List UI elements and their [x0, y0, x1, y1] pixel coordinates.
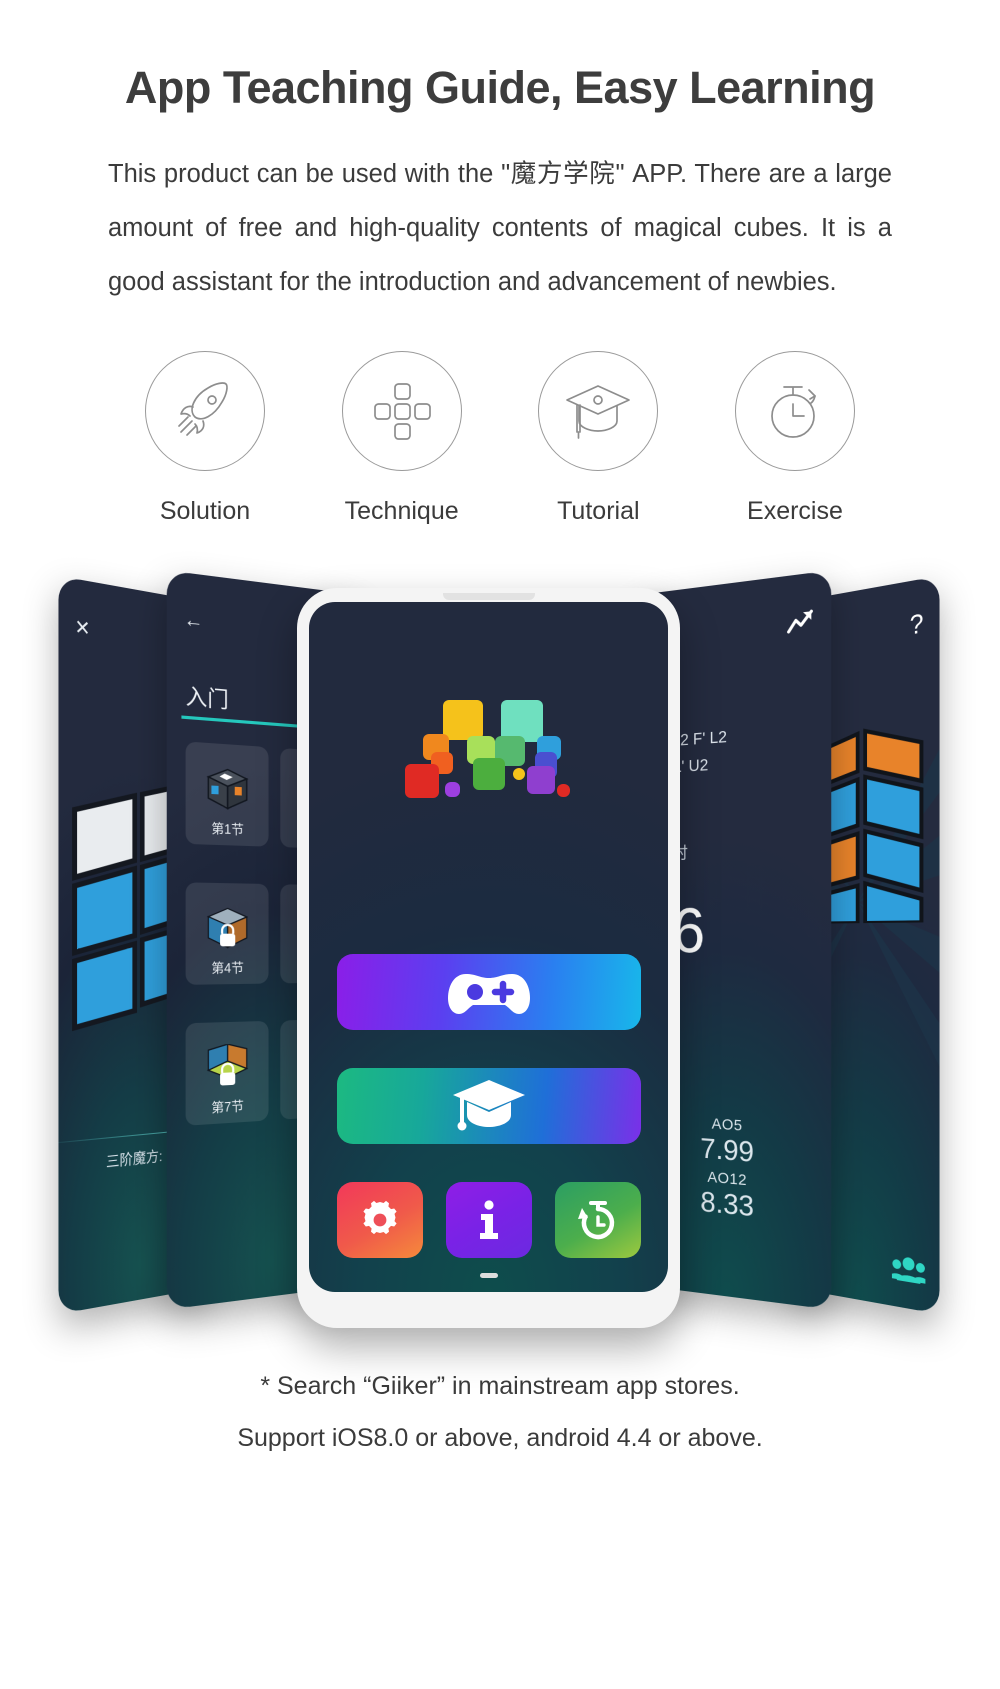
feature-tutorial: Tutorial — [513, 351, 683, 526]
cube-icon — [202, 765, 253, 814]
feature-circle — [341, 351, 462, 471]
lesson-label: 第1节 — [211, 821, 244, 838]
footer: * Search “Giiker” in mainstream app stor… — [0, 1360, 1000, 1464]
lesson-card[interactable]: 第7节 — [185, 1020, 269, 1126]
feature-label: Tutorial — [557, 497, 640, 525]
gear-icon — [363, 1200, 397, 1235]
phone-center — [297, 588, 680, 1328]
rocket-icon — [178, 382, 228, 436]
stopwatch-icon — [771, 386, 816, 438]
people-icon — [889, 1256, 929, 1285]
back-icon[interactable]: ← — [184, 609, 204, 635]
footer-line-1: * Search “Giiker” in mainstream app stor… — [260, 1372, 740, 1400]
lesson-card[interactable]: 第4节 — [185, 882, 269, 985]
graduation-cap-icon — [566, 385, 631, 439]
friends-button[interactable] — [889, 1254, 929, 1290]
learn-button[interactable] — [337, 1068, 641, 1144]
footer-line-2: Support iOS8.0 or above, android 4.4 or … — [237, 1424, 763, 1452]
timer-button[interactable] — [555, 1182, 641, 1258]
phone-showcase: ✕ 1.魔 三阶魔方: ← — [0, 570, 1000, 1348]
lock-icon — [218, 924, 237, 947]
lesson-label: 第7节 — [211, 1099, 244, 1116]
feature-label: Technique — [344, 497, 459, 525]
graduation-cap-icon — [453, 1080, 525, 1131]
feature-technique: Technique — [317, 351, 487, 526]
lesson-card[interactable]: 第1节 — [185, 741, 269, 847]
feature-exercise: Exercise — [710, 351, 880, 526]
giiker-logo — [404, 694, 573, 804]
page-title: App Teaching Guide, Easy Learning — [124, 62, 876, 113]
dpad-icon — [373, 383, 431, 440]
logo-wrapper — [309, 694, 668, 804]
lesson-label: 第4节 — [211, 960, 244, 976]
far-left-caption: 三阶魔方: — [106, 1147, 163, 1171]
feature-solution: Solution — [120, 351, 290, 526]
lock-icon — [218, 1063, 237, 1086]
feature-label: Exercise — [747, 497, 843, 525]
feature-list: Solution Technique Tutorial Exercise — [120, 351, 880, 526]
screen-center-home — [309, 602, 668, 1292]
feature-label: Solution — [159, 497, 251, 525]
intro-paragraph: This product can be used with the "魔方学院"… — [108, 160, 892, 296]
settings-button[interactable] — [337, 1182, 423, 1258]
help-icon[interactable]: ? — [910, 609, 924, 642]
gamepad-icon — [448, 974, 530, 1014]
feature-circle — [145, 351, 265, 471]
feature-circle — [734, 351, 855, 471]
home-indicator — [479, 1273, 498, 1278]
feature-circle — [538, 351, 659, 471]
trend-chart-icon[interactable] — [787, 609, 815, 635]
stopwatch-reset-icon — [578, 1201, 615, 1240]
info-button[interactable] — [446, 1182, 532, 1258]
play-button[interactable] — [337, 954, 641, 1030]
phone-notch — [442, 593, 535, 600]
info-icon — [480, 1200, 498, 1239]
tab-beginner[interactable]: 入门 — [186, 679, 229, 714]
close-icon[interactable]: ✕ — [75, 615, 91, 642]
